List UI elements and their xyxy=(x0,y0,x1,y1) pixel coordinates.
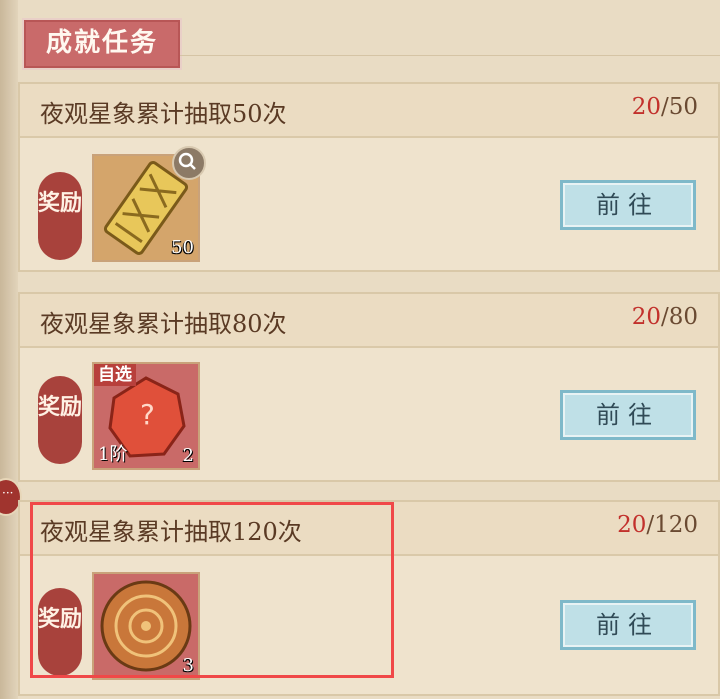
left-scroll-edge xyxy=(0,0,18,699)
task-title: 夜观星象累计抽取80次 xyxy=(40,310,287,338)
go-button[interactable]: 前往 xyxy=(560,600,696,650)
task-header: 夜观星象累计抽取120次 20/120 xyxy=(20,502,718,556)
section-divider xyxy=(180,55,720,56)
reward-label: 奖励 xyxy=(38,376,82,464)
task-card: 夜观星象累计抽取50次 20/50 奖励 50 前往 xyxy=(18,82,720,272)
reward-item[interactable]: 50 xyxy=(92,146,206,262)
svg-text:?: ? xyxy=(140,398,155,431)
progress-current: 20 xyxy=(631,94,661,120)
zoom-icon[interactable] xyxy=(172,146,206,180)
go-button[interactable]: 前往 xyxy=(560,390,696,440)
task-card: 夜观星象累计抽取80次 20/80 奖励 ? 自选 1阶 2 前往 xyxy=(18,292,720,482)
item-count: 3 xyxy=(182,655,194,676)
reward-label: 奖励 xyxy=(38,172,82,260)
section-title: 成就任务 xyxy=(22,18,182,70)
task-title: 夜观星象累计抽取120次 xyxy=(40,518,302,546)
progress-total: /120 xyxy=(646,512,698,538)
task-progress: 20/120 xyxy=(617,512,698,538)
reward-label: 奖励 xyxy=(38,588,82,676)
progress-total: /50 xyxy=(660,94,698,120)
progress-total: /80 xyxy=(660,304,698,330)
item-count: 2 xyxy=(182,445,194,466)
task-header: 夜观星象累计抽取80次 20/80 xyxy=(20,294,718,348)
task-progress: 20/50 xyxy=(632,94,698,120)
more-icon: ··· xyxy=(2,486,14,500)
item-tier: 1阶 xyxy=(98,444,128,465)
reward-item[interactable]: 3 xyxy=(92,572,200,680)
reward-item[interactable]: ? 自选 1阶 2 xyxy=(92,362,200,470)
item-count: 50 xyxy=(171,237,194,258)
progress-current: 20 xyxy=(617,512,647,538)
item-ribbon: 自选 xyxy=(94,364,136,386)
progress-current: 20 xyxy=(631,304,661,330)
task-card: 夜观星象累计抽取120次 20/120 奖励 3 前往 xyxy=(18,500,720,696)
go-button[interactable]: 前往 xyxy=(560,180,696,230)
task-title: 夜观星象累计抽取50次 xyxy=(40,100,287,128)
task-header: 夜观星象累计抽取50次 20/50 xyxy=(20,84,718,138)
task-progress: 20/80 xyxy=(632,304,698,330)
magnifier-icon xyxy=(178,152,196,170)
